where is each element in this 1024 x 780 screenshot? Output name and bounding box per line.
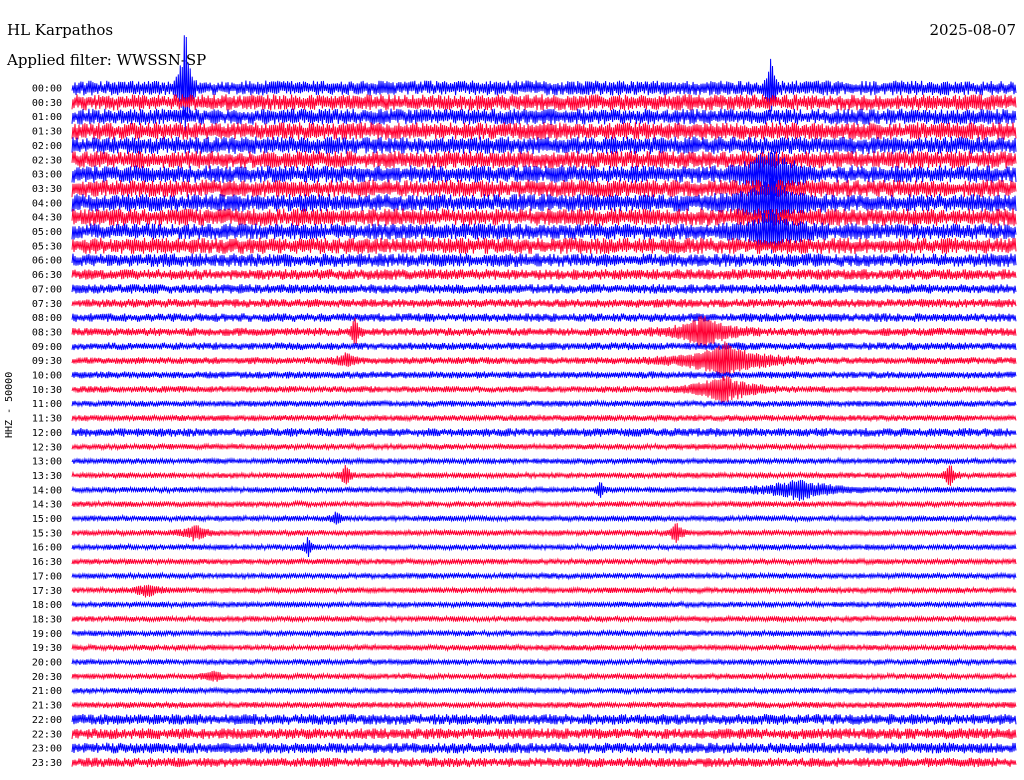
trace-row-1700 (71, 571, 1017, 581)
trace-row-0600 (71, 253, 1017, 267)
trace-row-2300 (71, 742, 1017, 754)
trace-row-0430 (71, 208, 1017, 226)
time-label-0400: 04:00 (32, 198, 62, 209)
time-label-0530: 05:30 (32, 241, 62, 252)
time-label-1800: 18:00 (32, 600, 62, 611)
trace-row-1400 (71, 479, 1017, 502)
time-label-0700: 07:00 (32, 284, 62, 295)
time-label-1200: 12:00 (32, 428, 62, 439)
time-label-1400: 14:00 (32, 485, 62, 496)
time-label-0730: 07:30 (32, 299, 62, 310)
time-label-1430: 14:30 (32, 500, 62, 511)
time-label-2230: 22:30 (32, 729, 62, 740)
time-label-1830: 18:30 (32, 614, 62, 625)
trace-row-0530 (71, 237, 1017, 254)
time-label-0600: 06:00 (32, 256, 62, 267)
time-label-0130: 01:30 (32, 127, 62, 138)
time-label-1300: 13:00 (32, 457, 62, 468)
time-label-0800: 08:00 (32, 313, 62, 324)
time-label-2030: 20:30 (32, 672, 62, 683)
time-label-1500: 15:00 (32, 514, 62, 525)
trace-row-0900 (71, 342, 1017, 351)
time-label-2000: 20:00 (32, 658, 62, 669)
trace-row-0030 (71, 94, 1017, 111)
time-label-1130: 11:30 (32, 414, 62, 425)
trace-row-1500 (71, 511, 1017, 525)
time-label-1000: 10:00 (32, 371, 62, 382)
time-label-1900: 19:00 (32, 629, 62, 640)
trace-row-1930 (71, 643, 1017, 653)
time-label-0830: 08:30 (32, 327, 62, 338)
trace-row-1100 (71, 398, 1017, 409)
trace-row-2200 (71, 713, 1017, 725)
trace-row-1230 (71, 442, 1017, 452)
trace-row-2030 (71, 670, 1017, 682)
time-label-2300: 23:00 (32, 744, 62, 755)
time-label-2100: 21:00 (32, 686, 62, 697)
trace-row-1800 (71, 599, 1017, 610)
trace-row-1000 (71, 370, 1017, 380)
trace-row-1330 (71, 464, 1017, 486)
trace-row-1630 (71, 556, 1017, 567)
trace-row-1830 (71, 614, 1017, 624)
time-label-0100: 01:00 (32, 112, 62, 123)
time-label-0200: 02:00 (32, 141, 62, 152)
trace-row-0800 (71, 313, 1017, 322)
time-label-0300: 03:00 (32, 170, 62, 181)
time-label-2200: 22:00 (32, 715, 62, 726)
trace-row-2230 (71, 728, 1017, 740)
trace-row-1200 (71, 428, 1017, 437)
time-label-1100: 11:00 (32, 399, 62, 410)
time-label-2330: 23:30 (32, 758, 62, 769)
trace-row-2000 (71, 657, 1017, 667)
time-labels-group: 00:00 00:30 01:00 01:30 02:00 02:30 03:00 03:30… (32, 84, 62, 769)
trace-row-1530 (71, 523, 1017, 543)
time-label-1730: 17:30 (32, 586, 62, 597)
time-label-2130: 21:30 (32, 701, 62, 712)
trace-row-1030 (71, 375, 1017, 405)
traces-group (71, 35, 1017, 768)
time-label-1630: 16:30 (32, 557, 62, 568)
trace-row-0730 (71, 298, 1017, 308)
trace-row-0130 (71, 122, 1017, 140)
trace-row-1430 (71, 499, 1017, 509)
trace-row-1600 (71, 537, 1017, 558)
time-label-1030: 10:30 (32, 385, 62, 396)
trace-row-2130 (71, 700, 1017, 710)
time-label-1530: 15:30 (32, 528, 62, 539)
helicorder-chart: 00:00 00:30 01:00 01:30 02:00 02:30 03:00 03:30… (32, 35, 1017, 769)
time-label-0500: 05:00 (32, 227, 62, 238)
time-label-0630: 06:30 (32, 270, 62, 281)
time-label-1930: 19:30 (32, 643, 62, 654)
time-label-0930: 09:30 (32, 356, 62, 367)
time-label-1700: 17:00 (32, 571, 62, 582)
trace-row-1130 (71, 413, 1017, 423)
time-label-0330: 03:30 (32, 184, 62, 195)
trace-row-2100 (71, 686, 1017, 696)
trace-row-1300 (71, 456, 1017, 466)
time-label-1230: 12:30 (32, 442, 62, 453)
time-label-1330: 13:30 (32, 471, 62, 482)
trace-row-1730 (71, 584, 1017, 598)
trace-row-0700 (71, 284, 1017, 294)
trace-row-0230 (71, 150, 1017, 169)
time-label-0430: 04:30 (32, 213, 62, 224)
time-label-0900: 09:00 (32, 342, 62, 353)
trace-row-2330 (71, 757, 1017, 768)
time-label-0230: 02:30 (32, 155, 62, 166)
time-label-1600: 16:00 (32, 543, 62, 554)
time-label-0000: 00:00 (32, 84, 62, 95)
helicorder-page: HL Karpathos 2025-08-07 Applied filter: … (0, 0, 1024, 780)
time-label-0030: 00:30 (32, 98, 62, 109)
trace-row-1900 (71, 628, 1017, 638)
trace-row-0630 (71, 269, 1017, 280)
